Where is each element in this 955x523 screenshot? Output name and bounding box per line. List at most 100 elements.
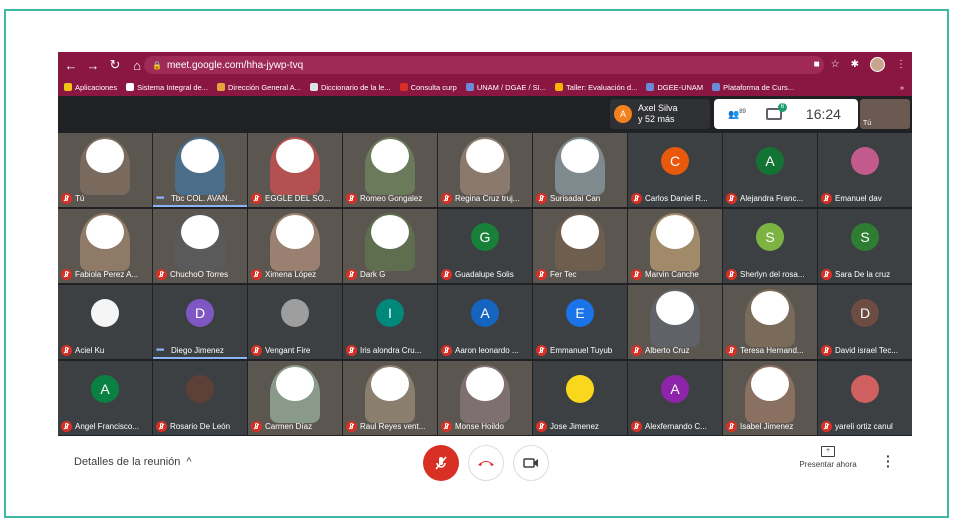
participant-tile[interactable]: Fer Tec <box>533 209 627 283</box>
participant-initial-avatar: A <box>91 375 119 403</box>
bookmark-item[interactable]: Taller: Evaluación d... <box>555 83 637 92</box>
participant-tile[interactable]: Jose Jimenez <box>533 361 627 435</box>
details-label: Detalles de la reunión <box>74 456 181 468</box>
mic-muted-icon <box>536 420 547 432</box>
participant-tile[interactable]: Monse Hoildo <box>438 361 532 435</box>
address-bar-row: ← → ↻ ⌂ 🔒 meet.google.com/hha-jywp-tvq ■… <box>58 52 912 78</box>
participant-tile[interactable]: yareli ortiz canul <box>818 361 912 435</box>
star-icon[interactable]: ☆ <box>831 59 840 70</box>
bookmark-item[interactable]: UNAM / DGAE / SI... <box>465 82 547 92</box>
mic-muted-icon <box>251 344 262 356</box>
participant-tile[interactable]: D David israel Tec... <box>818 285 912 359</box>
participant-label: Carlos Daniel R... <box>631 192 708 204</box>
participant-tile[interactable]: S Sara De la cruz <box>818 209 912 283</box>
more-options-icon[interactable]: · · · <box>886 449 891 473</box>
face-mask <box>751 367 789 401</box>
mic-muted-icon <box>61 268 72 280</box>
participant-label: Aciel Ku <box>61 344 104 356</box>
bookmark-label: Taller: Evaluación d... <box>566 82 638 92</box>
participant-name: Raul Reyes vent... <box>360 421 426 431</box>
participant-tile[interactable]: G Guadalupe Solis <box>438 209 532 283</box>
participant-tile[interactable]: S Sherlyn del rosa... <box>723 209 817 283</box>
participant-tile[interactable]: A Angel Francisco... <box>58 361 152 435</box>
participant-tile[interactable]: Raul Reyes vent... <box>343 361 437 435</box>
mic-toggle-button[interactable] <box>423 445 459 481</box>
mic-muted-icon <box>536 268 547 280</box>
bookmark-item[interactable]: Diccionario de la le... <box>309 83 391 92</box>
present-now-button[interactable]: + Presentar ahora <box>788 446 868 469</box>
face-mask <box>86 215 124 249</box>
url-input[interactable]: 🔒 meet.google.com/hha-jywp-tvq <box>144 56 824 74</box>
participant-tile[interactable]: ••• Tbc COL. AVAN... <box>153 133 247 207</box>
bookmarks-more-icon[interactable]: » <box>900 83 912 92</box>
participant-tile[interactable]: Romeo Gongalez <box>343 133 437 207</box>
participant-tile[interactable]: Tú <box>58 133 152 207</box>
participant-tile[interactable]: Ximena López <box>248 209 342 283</box>
participant-tile[interactable]: Alberto Cruz <box>628 285 722 359</box>
reload-icon[interactable]: ↻ <box>106 57 124 73</box>
face-mask <box>276 215 314 249</box>
participant-tile[interactable]: I Iris alondra Cru... <box>343 285 437 359</box>
participant-tile[interactable]: A Alejandra Franc... <box>723 133 817 207</box>
mic-muted-icon <box>631 268 642 280</box>
participant-tile[interactable]: Isabel Jimenez <box>723 361 817 435</box>
bookmark-item[interactable]: Plataforma de Curs... <box>712 83 794 92</box>
face-mask <box>86 139 124 173</box>
people-button[interactable]: 👥89 <box>728 109 746 120</box>
back-icon[interactable]: ← <box>62 58 80 73</box>
participant-tile[interactable]: Fabiola Perez A... <box>58 209 152 283</box>
extension-icon[interactable]: ✱ <box>851 59 859 70</box>
participant-tile[interactable]: Regina Cruz truj... <box>438 133 532 207</box>
camera-toggle-button[interactable] <box>513 445 549 481</box>
lock-icon: 🔒 <box>152 60 162 70</box>
participant-tile[interactable]: Teresa Hernand... <box>723 285 817 359</box>
participant-tile[interactable]: A Aaron leonardo ... <box>438 285 532 359</box>
participant-initial-avatar: D <box>851 299 879 327</box>
chat-icon[interactable]: 6 <box>765 103 787 120</box>
mic-muted-icon <box>251 192 262 204</box>
bookmark-item[interactable]: Dirección General A... <box>216 83 301 92</box>
bookmark-item[interactable]: DGEE-UNAM <box>646 83 703 92</box>
mic-muted-icon <box>346 344 357 356</box>
speaking-indicator <box>153 357 247 359</box>
participant-tile[interactable]: Dark G <box>343 209 437 283</box>
participant-tile[interactable]: Surisadai Can <box>533 133 627 207</box>
participant-tile[interactable]: A Alexfernando C... <box>628 361 722 435</box>
participant-tile[interactable]: Carmen Díaz <box>248 361 342 435</box>
participant-label: Monse Hoildo <box>441 420 504 432</box>
face-mask <box>371 367 409 401</box>
participant-name: Aciel Ku <box>75 345 105 355</box>
participant-name: Iris alondra Cru... <box>360 345 422 355</box>
participant-tile[interactable]: D ••• Diego Jimenez <box>153 285 247 359</box>
participant-tile[interactable]: Aciel Ku <box>58 285 152 359</box>
participant-name: Carlos Daniel R... <box>645 193 708 203</box>
participant-tile[interactable]: Rosario De León <box>153 361 247 435</box>
participant-label: ChuchoO Torres <box>156 268 228 280</box>
camera-icon[interactable]: ■ <box>814 59 820 70</box>
mic-muted-icon <box>156 420 167 432</box>
bookmark-item[interactable]: Sistema Integral de... <box>126 83 208 92</box>
bookmark-item[interactable]: Consulta curp <box>399 83 457 92</box>
host-chip[interactable]: A Axel Silva y 52 más <box>610 99 710 129</box>
participant-tile[interactable]: Emanuel dav <box>818 133 912 207</box>
participant-tile[interactable]: E Emmanuel Tuyub <box>533 285 627 359</box>
participant-label: Emmanuel Tuyub <box>536 344 612 356</box>
participant-tile[interactable]: Vengant Fire <box>248 285 342 359</box>
self-view-thumbnail[interactable]: Tú <box>860 99 910 129</box>
participant-name: Alberto Cruz <box>645 345 690 355</box>
mic-muted-icon <box>536 344 547 356</box>
forward-icon[interactable]: → <box>84 58 102 73</box>
participant-initial-avatar: S <box>851 223 879 251</box>
participant-tile[interactable]: ChuchoO Torres <box>153 209 247 283</box>
profile-avatar[interactable] <box>870 57 885 72</box>
meeting-details-button[interactable]: Detalles de la reunión ^ <box>74 456 192 468</box>
participant-name: Ximena López <box>265 269 317 279</box>
menu-icon[interactable]: ⋮ <box>896 59 906 70</box>
participant-tile[interactable]: Marvin Canche <box>628 209 722 283</box>
participant-label: Alejandra Franc... <box>726 192 803 204</box>
participant-tile[interactable]: C Carlos Daniel R... <box>628 133 722 207</box>
bookmark-item[interactable]: Aplicaciones <box>64 83 117 92</box>
participant-tile[interactable]: EGGLE DEL SO... <box>248 133 342 207</box>
bookmark-label: UNAM / DGAE / SI... <box>476 82 547 92</box>
end-call-button[interactable] <box>468 445 504 481</box>
